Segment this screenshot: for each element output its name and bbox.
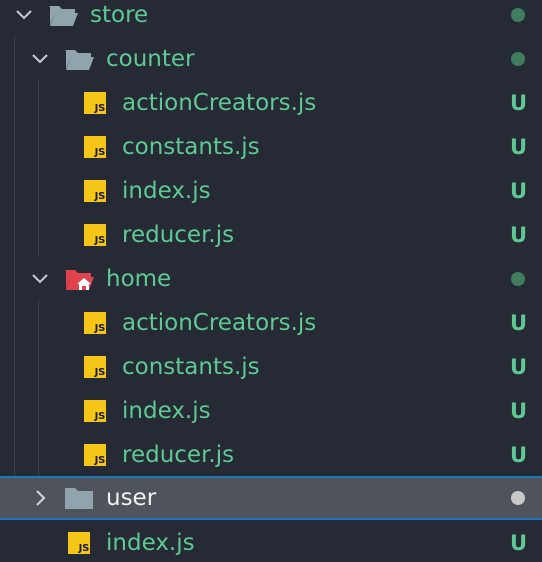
- js-file-icon: JS: [84, 224, 106, 246]
- js-file-icon: JS: [84, 312, 106, 334]
- file-row[interactable]: JS index.js U: [0, 169, 542, 213]
- chevron-down-icon[interactable]: [9, 0, 39, 30]
- file-row[interactable]: JS index.js U: [0, 389, 542, 433]
- file-row[interactable]: JS index.js U: [0, 521, 542, 562]
- modified-dot: [511, 491, 525, 505]
- folder-row-user[interactable]: user: [0, 476, 542, 520]
- modified-dot: [511, 272, 525, 286]
- folder-open-icon: [47, 1, 79, 29]
- git-status-badge: U: [509, 311, 527, 335]
- home-folder-icon: [63, 265, 95, 293]
- git-status-badge: U: [509, 531, 527, 555]
- js-file-icon: JS: [84, 356, 106, 378]
- file-label[interactable]: constants.js: [122, 132, 260, 162]
- file-label[interactable]: constants.js: [122, 352, 260, 382]
- folder-open-icon: [63, 45, 95, 73]
- git-status-badge: U: [509, 223, 527, 247]
- folder-label-user[interactable]: user: [106, 483, 156, 513]
- file-label[interactable]: reducer.js: [122, 220, 234, 250]
- git-status-badge: U: [509, 179, 527, 203]
- git-status-badge: U: [509, 399, 527, 423]
- folder-label-store[interactable]: store: [90, 0, 148, 30]
- folder-label-counter[interactable]: counter: [106, 44, 195, 74]
- chevron-down-icon[interactable]: [25, 44, 55, 74]
- js-file-icon: JS: [84, 400, 106, 422]
- js-file-icon: JS: [84, 92, 106, 114]
- file-explorer-tree: store counter JS actionCreators.js U JS …: [0, 0, 542, 562]
- modified-dot: [511, 52, 525, 66]
- git-status-badge: U: [509, 443, 527, 467]
- folder-icon: [63, 484, 95, 512]
- file-row[interactable]: JS reducer.js U: [0, 213, 542, 257]
- file-label[interactable]: index.js: [122, 176, 211, 206]
- js-file-icon: JS: [68, 532, 90, 554]
- file-row[interactable]: JS constants.js U: [0, 125, 542, 169]
- file-label[interactable]: actionCreators.js: [122, 308, 316, 338]
- file-row[interactable]: JS actionCreators.js U: [0, 81, 542, 125]
- js-file-icon: JS: [84, 180, 106, 202]
- git-status-badge: U: [509, 135, 527, 159]
- folder-row-home[interactable]: home: [0, 257, 542, 301]
- git-status-badge: U: [509, 355, 527, 379]
- js-file-icon: JS: [84, 136, 106, 158]
- chevron-down-icon[interactable]: [25, 264, 55, 294]
- file-label[interactable]: index.js: [106, 528, 195, 558]
- modified-dot: [511, 8, 525, 22]
- git-status-badge: U: [509, 91, 527, 115]
- file-row[interactable]: JS actionCreators.js U: [0, 301, 542, 345]
- file-label[interactable]: reducer.js: [122, 440, 234, 470]
- file-label[interactable]: index.js: [122, 396, 211, 426]
- folder-label-home[interactable]: home: [106, 264, 171, 294]
- file-row[interactable]: JS reducer.js U: [0, 433, 542, 477]
- file-label[interactable]: actionCreators.js: [122, 88, 316, 118]
- folder-row-counter[interactable]: counter: [0, 37, 542, 81]
- js-file-icon: JS: [84, 444, 106, 466]
- chevron-right-icon[interactable]: [25, 483, 55, 513]
- folder-row-store[interactable]: store: [0, 0, 542, 37]
- file-row[interactable]: JS constants.js U: [0, 345, 542, 389]
